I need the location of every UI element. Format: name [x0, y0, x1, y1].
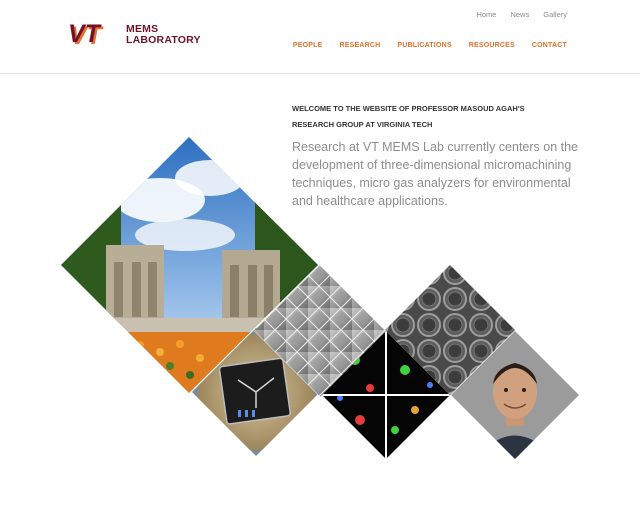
image-mosaic	[61, 137, 579, 459]
